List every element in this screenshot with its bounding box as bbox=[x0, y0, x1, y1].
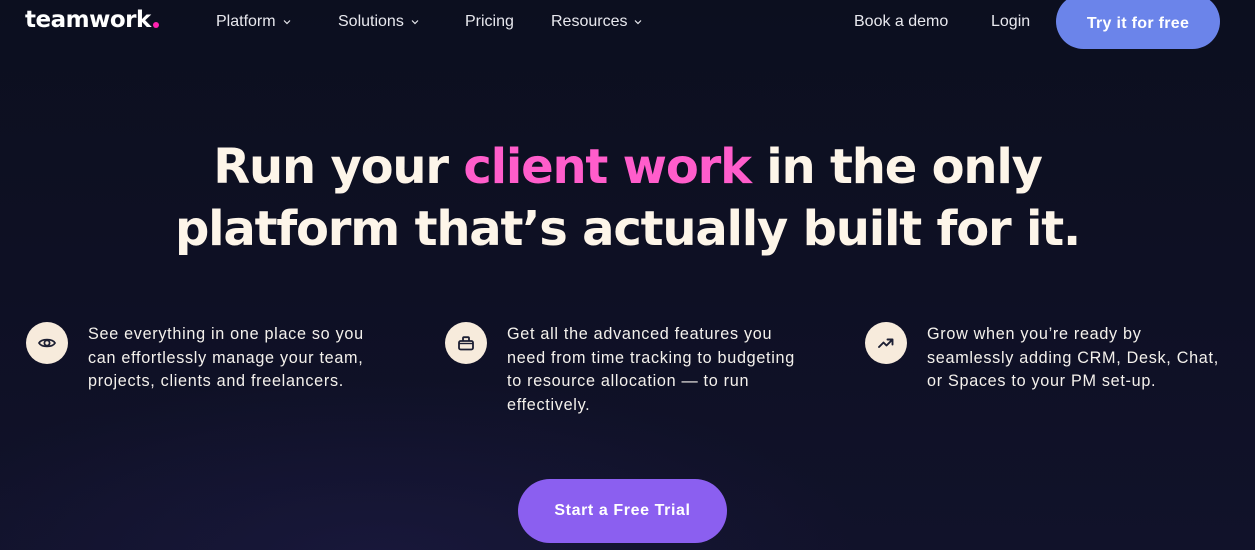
feature-text: See everything in one place so you can e… bbox=[88, 325, 364, 391]
feature-text: Grow when you’re ready by seamlessly add… bbox=[927, 325, 1219, 391]
hero-headline: Run your client work in the only platfor… bbox=[0, 136, 1255, 260]
nav-item-solutions[interactable]: Solutions bbox=[338, 12, 419, 32]
book-demo-link[interactable]: Book a demo bbox=[854, 12, 948, 32]
login-link[interactable]: Login bbox=[991, 12, 1030, 32]
feature-item: Get all the advanced features you need f… bbox=[445, 322, 845, 417]
chevron-down-icon bbox=[411, 18, 419, 26]
nav-item-label: Resources bbox=[551, 13, 628, 30]
eye-icon bbox=[26, 322, 68, 364]
nav-item-platform[interactable]: Platform bbox=[216, 12, 291, 32]
start-free-trial-button[interactable]: Start a Free Trial bbox=[518, 479, 727, 543]
nav-item-label: Pricing bbox=[465, 13, 514, 30]
nav-item-label: Platform bbox=[216, 13, 276, 30]
logo-text: teamwork bbox=[25, 7, 151, 33]
teamwork-logo[interactable]: teamwork bbox=[25, 7, 159, 33]
headline-text: in the only bbox=[750, 139, 1043, 195]
feature-item: See everything in one place so you can e… bbox=[26, 322, 426, 394]
headline-accent: client work bbox=[463, 139, 752, 195]
chevron-down-icon bbox=[634, 18, 642, 26]
headline-line-1: Run your client work in the only bbox=[0, 136, 1255, 198]
top-navigation: teamwork Platform Solutions Pricing Reso… bbox=[0, 0, 1255, 49]
trending-up-icon bbox=[865, 322, 907, 364]
logo-dot-icon bbox=[152, 22, 159, 28]
nav-item-label: Solutions bbox=[338, 13, 404, 30]
headline-text: Run your bbox=[213, 139, 464, 195]
chevron-down-icon bbox=[283, 18, 291, 26]
feature-text: Get all the advanced features you need f… bbox=[507, 325, 795, 414]
headline-line-2: platform that’s actually built for it. bbox=[174, 201, 1081, 257]
nav-item-pricing[interactable]: Pricing bbox=[465, 12, 514, 32]
nav-item-resources[interactable]: Resources bbox=[551, 12, 642, 32]
try-it-free-button[interactable]: Try it for free bbox=[1056, 0, 1220, 49]
briefcase-icon bbox=[445, 322, 487, 364]
feature-item: Grow when you’re ready by seamlessly add… bbox=[865, 322, 1255, 394]
